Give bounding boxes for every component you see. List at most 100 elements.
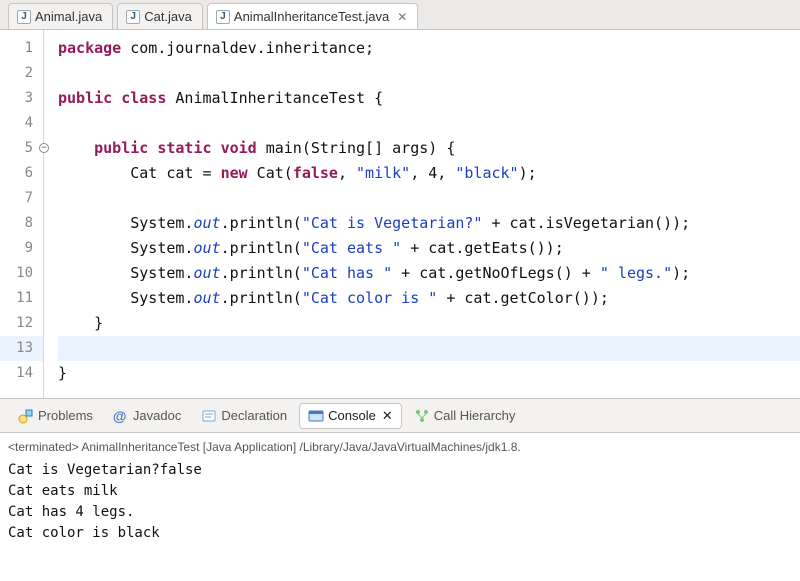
line-number: 10 — [0, 261, 43, 286]
code-line: } — [58, 311, 800, 336]
line-number: 4 — [0, 111, 43, 136]
java-file-icon: J — [126, 10, 140, 24]
view-tab-bar: Problems @ Javadoc Declaration Console ✕… — [0, 399, 800, 433]
code-text: Cat( — [248, 164, 293, 182]
code-text: ); — [672, 264, 690, 282]
code-line: System.out.println("Cat eats " + cat.get… — [58, 236, 800, 261]
code-text: System. — [130, 264, 193, 282]
code-text: .println( — [221, 214, 302, 232]
field-ref: out — [193, 239, 220, 257]
editor-tab-label: Animal.java — [35, 9, 102, 24]
editor-tab-bar: J Animal.java J Cat.java J AnimalInherit… — [0, 0, 800, 30]
code-text: + cat.getEats()); — [401, 239, 564, 257]
line-number: 12 — [0, 311, 43, 336]
console-view: <terminated> AnimalInheritanceTest [Java… — [0, 433, 800, 548]
code-line — [58, 186, 800, 211]
code-line: Cat cat = new Cat(false, "milk", 4, "bla… — [58, 161, 800, 186]
code-text: AnimalInheritanceTest { — [166, 89, 383, 107]
code-line: public static void main(String[] args) { — [58, 136, 800, 161]
line-number: 2 — [0, 61, 43, 86]
editor-tab-animal[interactable]: J Animal.java — [8, 3, 113, 29]
editor-tab-animal-inheritance-test[interactable]: J AnimalInheritanceTest.java ✕ — [207, 3, 418, 29]
tab-label: Problems — [38, 408, 93, 423]
code-text: + cat.getColor()); — [437, 289, 609, 307]
line-number: 8 — [0, 211, 43, 236]
java-file-icon: J — [17, 10, 31, 24]
line-number: 3 — [0, 86, 43, 111]
fold-icon[interactable]: − — [39, 143, 49, 153]
string-literal: "Cat has " — [302, 264, 392, 282]
code-text: } — [58, 364, 67, 382]
string-literal: "black" — [455, 164, 518, 182]
code-editor[interactable]: 1 2 3 4 5 − 6 7 8 9 10 11 12 13 14 packa… — [0, 30, 800, 399]
line-number: 5 − — [0, 136, 43, 161]
line-number: 7 — [0, 186, 43, 211]
javadoc-icon: @ — [113, 408, 129, 424]
tab-console[interactable]: Console ✕ — [299, 403, 402, 429]
code-text: .println( — [221, 289, 302, 307]
problems-icon — [18, 408, 34, 424]
code-text: , — [338, 164, 356, 182]
keyword: public — [94, 139, 148, 157]
code-text: } — [94, 314, 103, 332]
code-text — [112, 89, 121, 107]
code-line: package com.journaldev.inheritance; — [58, 36, 800, 61]
declaration-icon — [201, 408, 217, 424]
line-number: 9 — [0, 236, 43, 261]
field-ref: out — [193, 214, 220, 232]
console-icon — [308, 408, 324, 424]
keyword: static — [157, 139, 211, 157]
line-number-text: 5 — [25, 140, 33, 156]
keyword: false — [293, 164, 338, 182]
code-text — [148, 139, 157, 157]
code-text: .println( — [221, 264, 302, 282]
string-literal: "milk" — [356, 164, 410, 182]
code-line: System.out.println("Cat is Vegetarian?" … — [58, 211, 800, 236]
code-line: public class AnimalInheritanceTest { — [58, 86, 800, 111]
line-number: 11 — [0, 286, 43, 311]
line-number: 6 — [0, 161, 43, 186]
tab-label: Console — [328, 408, 376, 423]
code-text: System. — [130, 239, 193, 257]
console-line: Cat color is black — [8, 523, 792, 544]
java-file-icon: J — [216, 10, 230, 24]
code-text: System. — [130, 289, 193, 307]
code-text: + cat.isVegetarian()); — [482, 214, 690, 232]
tab-call-hierarchy[interactable]: Call Hierarchy — [406, 404, 524, 428]
keyword: void — [221, 139, 257, 157]
tab-declaration[interactable]: Declaration — [193, 404, 295, 428]
code-line: System.out.println("Cat color is " + cat… — [58, 286, 800, 311]
keyword: class — [121, 89, 166, 107]
tab-problems[interactable]: Problems — [10, 404, 101, 428]
line-number: 1 — [0, 36, 43, 61]
code-text: com.journaldev.inheritance; — [121, 39, 374, 57]
tab-label: Javadoc — [133, 408, 181, 423]
code-text: System. — [130, 214, 193, 232]
string-literal: "Cat color is " — [302, 289, 437, 307]
keyword: new — [221, 164, 248, 182]
close-icon[interactable]: ✕ — [397, 10, 407, 24]
field-ref: out — [193, 264, 220, 282]
string-literal: " legs." — [600, 264, 672, 282]
editor-tab-cat[interactable]: J Cat.java — [117, 3, 203, 29]
tab-javadoc[interactable]: @ Javadoc — [105, 404, 189, 428]
line-number: 13 — [0, 336, 43, 361]
code-text: Cat cat = — [130, 164, 220, 182]
code-content[interactable]: package com.journaldev.inheritance; publ… — [44, 30, 800, 398]
string-literal: "Cat is Vegetarian?" — [302, 214, 483, 232]
console-line: Cat eats milk — [8, 481, 792, 502]
console-line: Cat has 4 legs. — [8, 502, 792, 523]
code-text: .println( — [221, 239, 302, 257]
tab-label: Call Hierarchy — [434, 408, 516, 423]
code-text: ); — [519, 164, 537, 182]
code-line: System.out.println("Cat has " + cat.getN… — [58, 261, 800, 286]
call-hierarchy-icon — [414, 408, 430, 424]
tab-label: Declaration — [221, 408, 287, 423]
code-text — [212, 139, 221, 157]
editor-tab-label: Cat.java — [144, 9, 192, 24]
code-text: , 4, — [410, 164, 455, 182]
editor-tab-label: AnimalInheritanceTest.java — [234, 9, 389, 24]
code-line — [58, 111, 800, 136]
close-icon[interactable]: ✕ — [382, 408, 393, 424]
console-header: <terminated> AnimalInheritanceTest [Java… — [8, 437, 792, 458]
